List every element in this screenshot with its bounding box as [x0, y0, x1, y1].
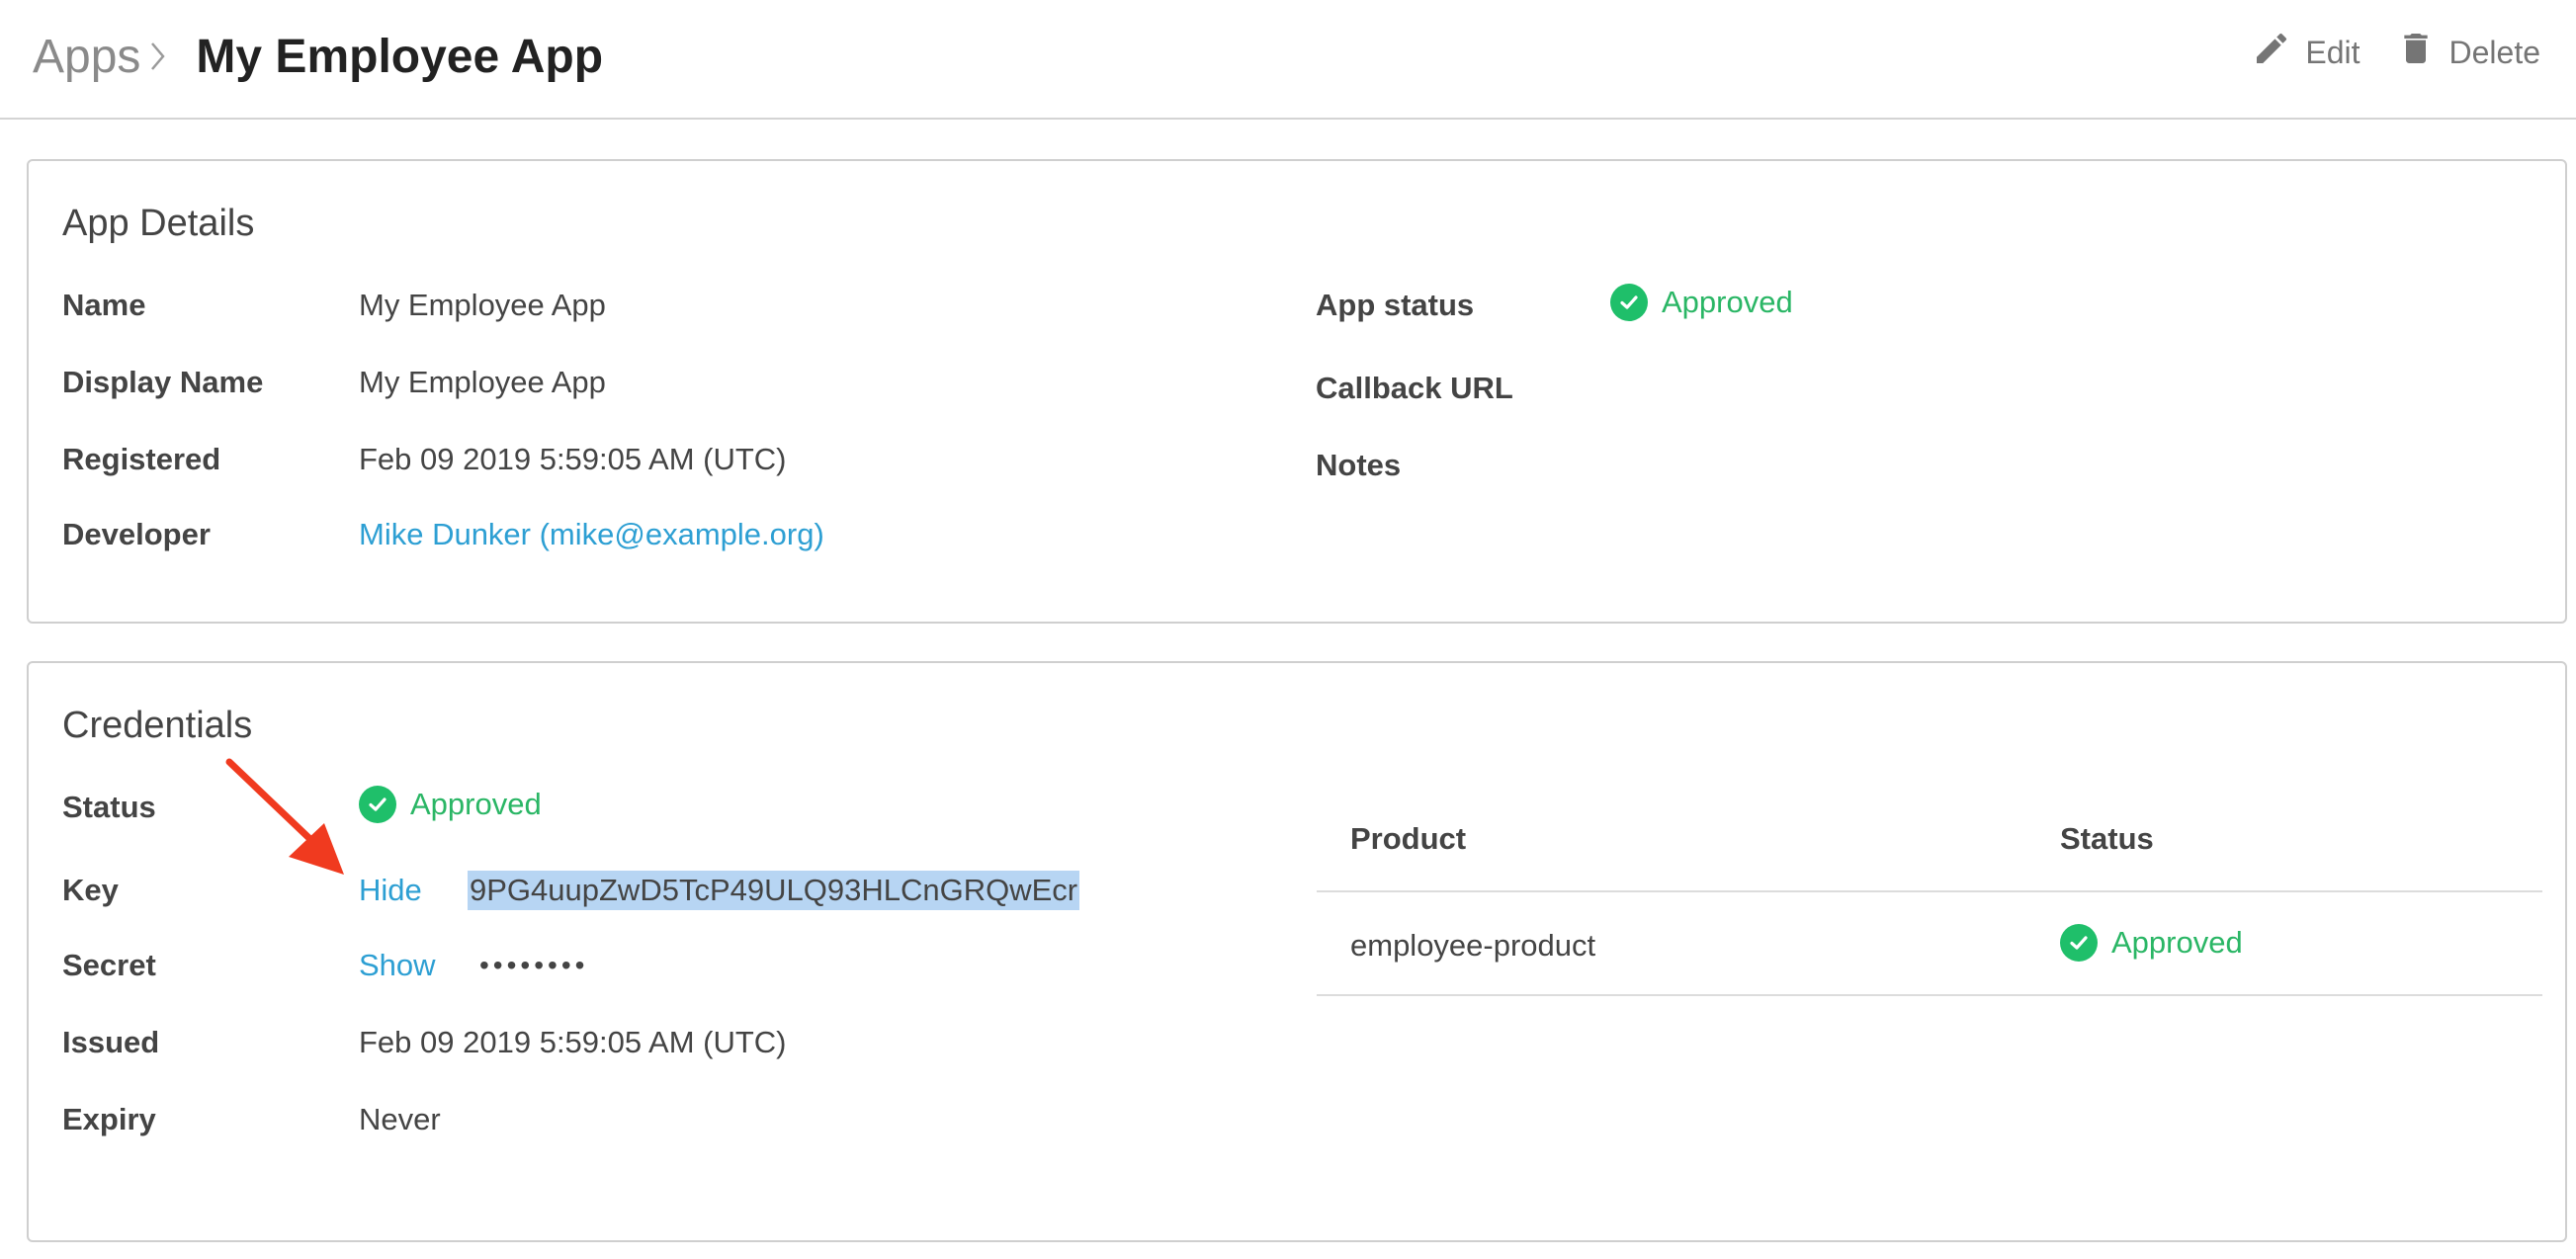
delete-label: Delete: [2448, 34, 2541, 70]
secret-masked-value: ••••••••: [479, 950, 589, 980]
callback-url-label: Callback URL: [1316, 371, 1513, 405]
check-circle-icon: [1610, 284, 1648, 321]
expiry-value: Never: [359, 1102, 441, 1136]
trash-icon: [2396, 28, 2436, 77]
table-row-divider: [1317, 994, 2542, 996]
credential-status-badge: Approved: [359, 786, 542, 823]
registered-value: Feb 09 2019 5:59:05 AM (UTC): [359, 442, 787, 476]
name-value: My Employee App: [359, 288, 606, 322]
app-status-value: Approved: [1662, 285, 1793, 319]
registered-label: Registered: [62, 442, 221, 476]
product-column-header: Product: [1350, 821, 1467, 856]
breadcrumb-apps-link[interactable]: Apps: [33, 30, 140, 84]
arrow-annotation: [225, 758, 344, 875]
edit-button[interactable]: Edit: [2252, 29, 2361, 76]
app-details-panel: App Details Name My Employee App Display…: [27, 159, 2567, 624]
display-name-value: My Employee App: [359, 365, 606, 399]
status-column-header: Status: [2060, 821, 2154, 856]
secret-show-toggle[interactable]: Show: [359, 948, 436, 983]
header-actions: Edit Delete: [2252, 28, 2540, 77]
credentials-panel: Credentials Status Approved Key Hide 9PG…: [27, 661, 2567, 1242]
consumer-key-value[interactable]: 9PG4uupZwD5TcP49ULQ93HLCnGRQwEcr: [468, 871, 1080, 910]
notes-label: Notes: [1316, 448, 1402, 482]
check-circle-icon: [2060, 924, 2098, 962]
display-name-label: Display Name: [62, 365, 264, 399]
product-status-value: Approved: [2111, 925, 2243, 960]
name-label: Name: [62, 288, 146, 322]
breadcrumb: Apps My Employee App: [33, 22, 603, 91]
chevron-right-icon: [150, 40, 166, 73]
table-header-divider: [1317, 890, 2542, 892]
page-title: My Employee App: [196, 30, 604, 83]
expiry-label: Expiry: [62, 1102, 156, 1136]
delete-button[interactable]: Delete: [2396, 28, 2541, 77]
app-status-label: App status: [1316, 288, 1475, 322]
issued-label: Issued: [62, 1025, 160, 1059]
status-label: Status: [62, 790, 156, 824]
page-header: Apps My Employee App Edit Delete: [0, 0, 2576, 120]
app-details-title: App Details: [62, 203, 255, 244]
developer-link[interactable]: Mike Dunker (mike@example.org): [359, 517, 824, 552]
key-hide-toggle[interactable]: Hide: [359, 873, 422, 908]
edit-label: Edit: [2305, 34, 2361, 70]
app-status-badge: Approved: [1610, 284, 1793, 321]
pencil-icon: [2252, 29, 2291, 76]
issued-value: Feb 09 2019 5:59:05 AM (UTC): [359, 1025, 787, 1059]
credentials-title: Credentials: [62, 705, 253, 746]
product-status-badge: Approved: [2060, 924, 2243, 962]
secret-label: Secret: [62, 948, 156, 982]
product-name-cell: employee-product: [1350, 928, 1596, 963]
credential-status-value: Approved: [410, 787, 542, 821]
developer-label: Developer: [62, 517, 211, 551]
key-label: Key: [62, 873, 119, 907]
